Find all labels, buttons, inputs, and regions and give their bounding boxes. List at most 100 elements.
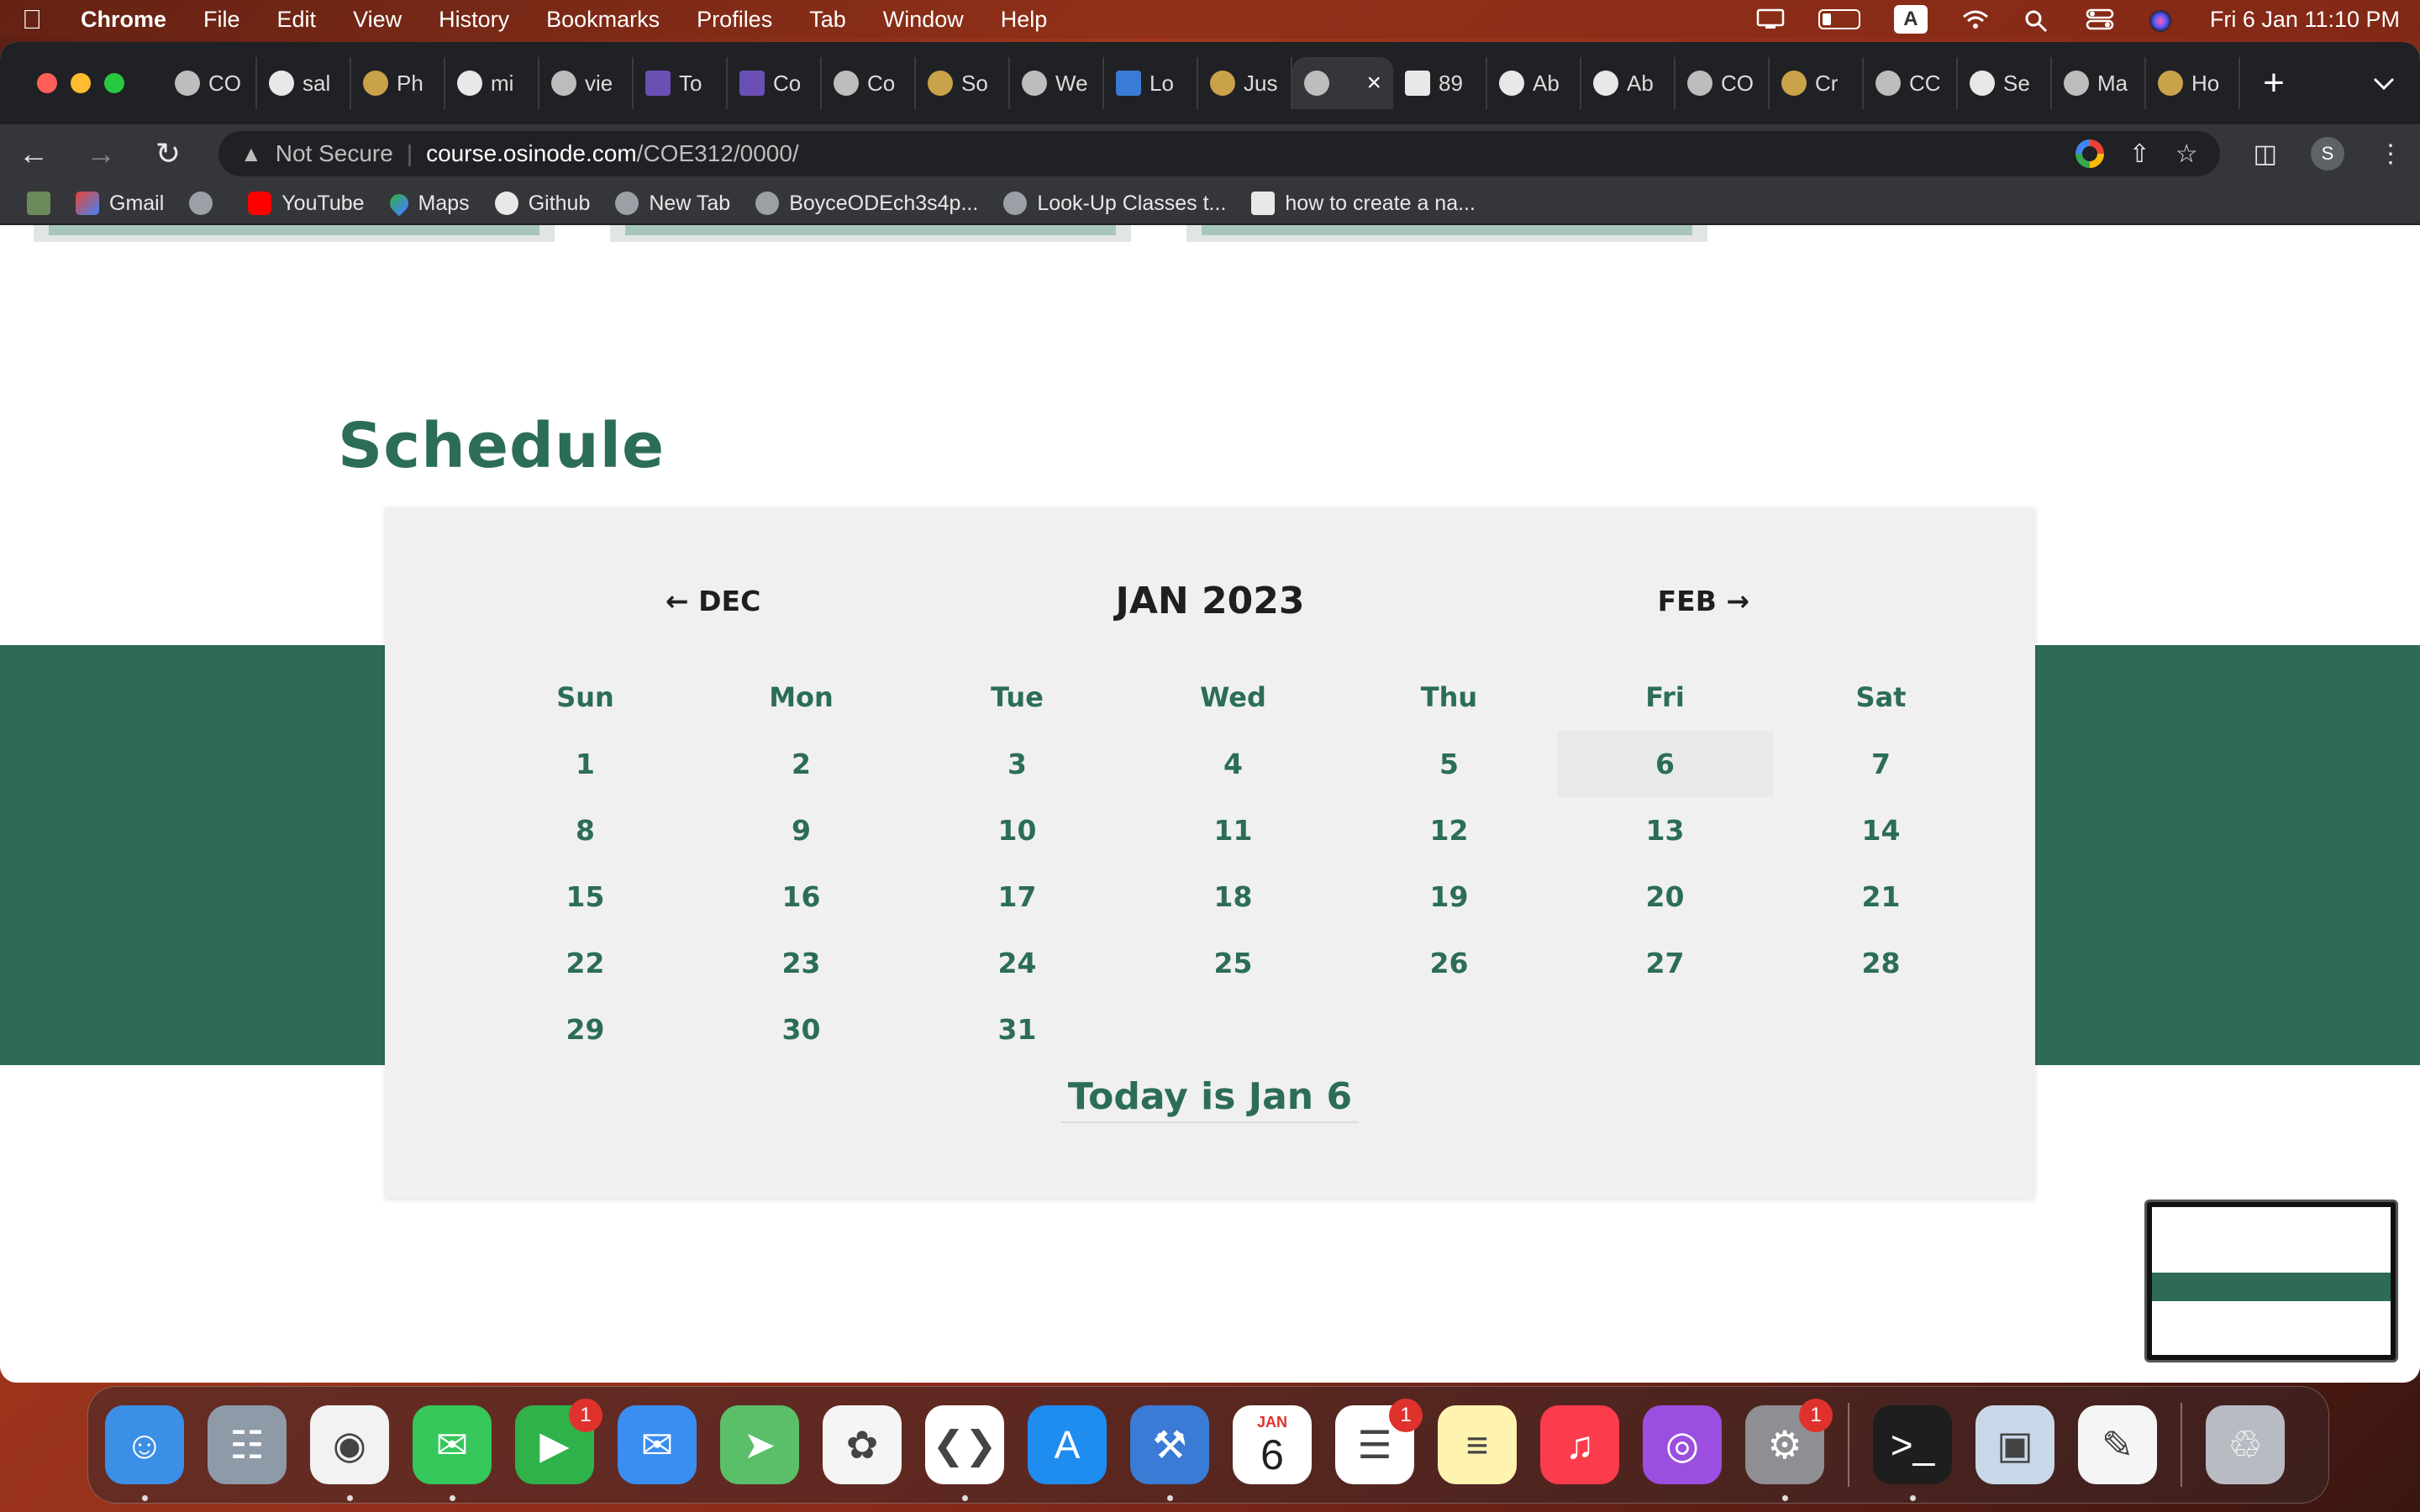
calendar-day[interactable]: 30 [693,996,909,1063]
terminal-icon[interactable]: >_ [1873,1405,1952,1501]
google-lens-icon[interactable] [2075,139,2104,168]
menu-bookmarks[interactable]: Bookmarks [546,7,660,33]
system-settings-icon[interactable]: ⚙ 1 [1745,1399,1833,1501]
browser-tab[interactable]: CO [1676,57,1770,109]
reminders-icon[interactable]: ☰ 1 [1335,1399,1423,1484]
minimize-window-button[interactable] [71,73,91,93]
bookmark-item[interactable]: Gmail [76,192,164,216]
calendar-day[interactable]: 27 [1557,930,1773,996]
input-source-icon[interactable]: A [1893,5,1928,34]
url-text[interactable]: course.osinode.com/COE312/0000/ [426,140,799,167]
facetime-icon[interactable]: ▶ 1 [515,1399,602,1484]
bookmark-item[interactable]: YouTube [248,192,365,216]
calendar-day[interactable]: 17 [909,864,1125,930]
bookmark-item[interactable] [189,192,223,215]
menu-help[interactable]: Help [1001,7,1048,33]
calendar-day[interactable]: 25 [1125,930,1341,996]
calendar-day[interactable]: 1 [477,731,693,797]
menu-tab[interactable]: Tab [809,7,846,33]
reload-button[interactable]: ↻ [151,136,185,171]
browser-tab[interactable]: CC [1864,57,1958,109]
menu-view[interactable]: View [353,7,402,33]
bookmark-item[interactable]: New Tab [615,192,730,216]
spotlight-search-icon[interactable] [2023,8,2052,33]
bookmark-item[interactable]: how to create a na... [1251,192,1476,216]
calendar-day[interactable]: 19 [1341,864,1557,930]
menu-file[interactable]: File [203,7,240,33]
bookmark-item[interactable]: Maps [385,190,470,217]
calendar-day[interactable]: 26 [1341,930,1557,996]
menu-profiles[interactable]: Profiles [697,7,772,33]
back-button[interactable]: ← [17,136,50,171]
calendar-day[interactable]: 14 [1773,797,1989,864]
apps-shortcut[interactable] [27,192,50,215]
browser-tab[interactable]: Co [822,57,916,109]
browser-tab[interactable]: Lo [1104,57,1198,109]
browser-tab[interactable]: Cr [1770,57,1864,109]
calendar-day[interactable]: 8 [477,797,693,864]
browser-tab[interactable]: So [916,57,1010,109]
calendar-day[interactable]: 4 [1125,731,1341,797]
browser-tab[interactable]: mi [445,57,539,109]
security-status[interactable]: Not Secure [276,140,393,167]
menu-app-name[interactable]: Chrome [81,7,166,33]
apple-menu-icon[interactable]:  [20,4,44,35]
browser-tab[interactable]: Co [728,57,822,109]
calendar-day[interactable]: 28 [1773,930,1989,996]
trash-icon[interactable]: ♲ [2206,1405,2285,1484]
browser-tab[interactable]: Ma [2052,57,2146,109]
calendar-day[interactable]: 7 [1773,731,1989,797]
new-tab-button[interactable]: + [2257,62,2291,104]
browser-tab[interactable]: Ab [1581,57,1676,109]
wifi-icon[interactable] [1961,8,1990,30]
calendar-day[interactable]: 3 [909,731,1125,797]
calendar-day[interactable]: 12 [1341,797,1557,864]
tab-search-chevron-icon[interactable] [2373,70,2395,97]
display-icon[interactable] [1756,8,1785,30]
podcasts-icon[interactable]: ◎ [1643,1405,1722,1484]
music-icon[interactable]: ♫ [1540,1405,1619,1484]
browser-tab[interactable]: Jus [1198,57,1292,109]
calendar-day[interactable]: 31 [909,996,1125,1063]
battery-icon[interactable] [1818,9,1860,29]
side-panel-icon[interactable]: ◫ [2254,139,2277,169]
menu-history[interactable]: History [439,7,509,33]
calendar-day[interactable]: 5 [1341,731,1557,797]
calendar-day[interactable]: 15 [477,864,693,930]
calendar-day[interactable]: 23 [693,930,909,996]
browser-tab[interactable]: Ph [351,57,445,109]
next-month-button[interactable]: FEB → [1658,585,1749,617]
menu-window[interactable]: Window [883,7,964,33]
today-label[interactable]: Today is Jan 6 [1060,1075,1360,1123]
chrome-icon[interactable]: ◉ [310,1405,389,1501]
calendar-day[interactable]: 29 [477,996,693,1063]
calendar-day[interactable]: 21 [1773,864,1989,930]
calendar-day[interactable]: 9 [693,797,909,864]
material-card-3[interactable] [1186,225,1707,242]
messages-icon[interactable]: ✉ [413,1405,492,1501]
zoom-window-button[interactable] [104,73,124,93]
xcode-icon[interactable]: ⚒ [1130,1405,1209,1501]
vscode-icon[interactable]: ❮❯ [925,1405,1004,1501]
launchpad-icon[interactable]: ☷ [208,1405,287,1484]
calendar-day[interactable]: 16 [693,864,909,930]
browser-tab[interactable]: To [634,57,728,109]
browser-tab[interactable]: Ab [1487,57,1581,109]
calendar-day[interactable]: 10 [909,797,1125,864]
browser-tab[interactable]: 89 [1393,57,1487,109]
address-bar[interactable]: ▲ Not Secure | course.osinode.com/COE312… [218,131,2220,176]
close-tab-icon[interactable]: × [1366,69,1381,97]
menu-edit[interactable]: Edit [277,7,317,33]
calendar-day[interactable]: 13 [1557,797,1773,864]
photos-icon[interactable]: ✿ [823,1405,902,1484]
more-menu-icon[interactable]: ⋮ [2378,139,2403,169]
bookmark-item[interactable]: BoyceODEch3s4p... [755,192,978,216]
calendar-day[interactable]: 18 [1125,864,1341,930]
calendar-day[interactable]: 24 [909,930,1125,996]
warning-icon[interactable]: ▲ [240,141,262,167]
notes-icon[interactable]: ≡ [1438,1405,1517,1484]
browser-tab[interactable]: Se [1958,57,2052,109]
preview-icon[interactable]: ▣ [1975,1405,2054,1484]
forward-button[interactable]: → [84,136,118,171]
browser-tab[interactable]: vie [539,57,634,109]
